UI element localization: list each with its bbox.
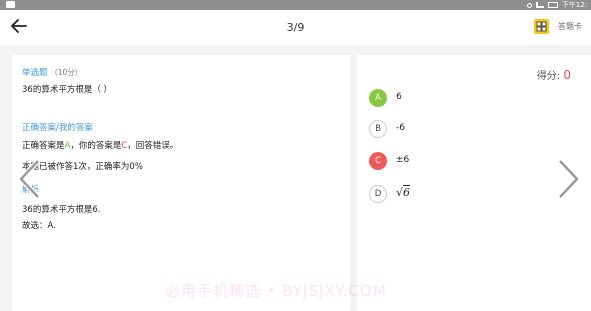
option-a-text[interactable]: 6: [396, 92, 402, 102]
radicand: 6: [403, 186, 411, 199]
analysis-line-1: 36的算术平方根是6.: [22, 205, 101, 215]
watermark: 必用手机精选 • BYJSJXY.COM: [165, 282, 387, 300]
question-points: （10分）: [50, 68, 83, 77]
score-value: 0: [563, 68, 571, 82]
question-panel: 单选题 （10分） 36的算术平方根是（ ） 正确答案/我的答案 正确答案是A，…: [12, 55, 350, 311]
score: 得分: 0: [537, 67, 571, 82]
analysis-line-2: 故选：A.: [22, 221, 56, 231]
wifi-icon: [526, 2, 532, 8]
answer-suffix: ，回答错误。: [127, 141, 179, 151]
answer-card-icon[interactable]: [533, 18, 550, 35]
answer-middle: ，你的答案是: [70, 141, 122, 151]
prev-question-chevron-left-icon[interactable]: [16, 158, 42, 200]
battery-icon: [547, 2, 558, 8]
option-c-text[interactable]: ±6: [396, 155, 409, 165]
notification-icon: [6, 1, 15, 8]
question-header: 单选题 （10分）: [22, 66, 82, 78]
answer-section-title: 正确答案/我的答案: [22, 123, 93, 133]
option-a-circle[interactable]: A: [369, 89, 387, 107]
status-time: 下午12:: [561, 1, 587, 9]
status-icons: 下午12:: [526, 0, 587, 10]
top-bar: 3/9 答题卡: [0, 10, 591, 45]
option-d-text[interactable]: √6: [396, 186, 410, 199]
answer-prefix: 正确答案是: [22, 141, 65, 151]
next-question-chevron-right-icon[interactable]: [556, 158, 582, 200]
option-d-circle[interactable]: D: [369, 185, 387, 203]
question-text: 36的算术平方根是（ ）: [22, 85, 113, 95]
status-bar: 下午12:: [0, 0, 591, 10]
option-b-text[interactable]: -6: [396, 123, 405, 133]
signal-icon: [535, 2, 544, 8]
answer-card-button[interactable]: 答题卡: [558, 21, 582, 32]
option-c-circle[interactable]: C: [369, 152, 387, 170]
question-type-label: 单选题: [22, 68, 48, 78]
option-b-circle[interactable]: B: [369, 120, 387, 138]
radical-sign: √: [396, 186, 404, 199]
answer-result: 正确答案是A，你的答案是C，回答错误。: [22, 139, 178, 151]
score-label: 得分:: [536, 71, 564, 82]
page-indicator: 3/9: [286, 21, 305, 34]
